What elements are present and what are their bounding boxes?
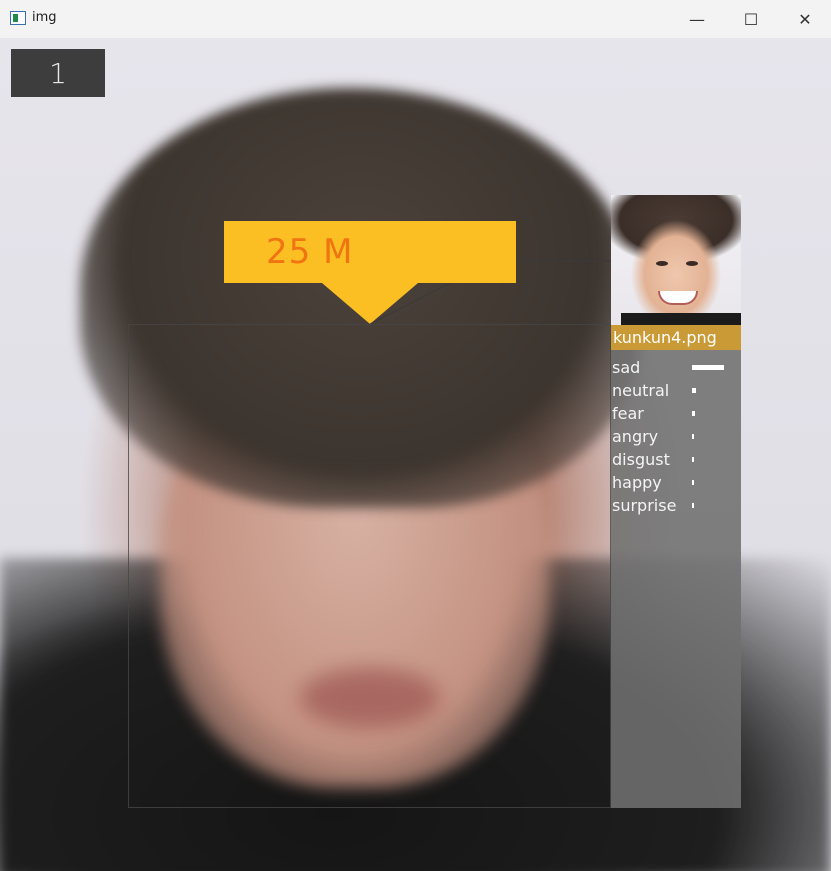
minimize-button[interactable]: — <box>670 0 724 38</box>
emotion-score-bar <box>692 480 694 485</box>
app-window: img — ☐ ✕ 1 25 M kunkun4.png sad neutral f… <box>0 0 831 871</box>
close-icon: ✕ <box>798 9 812 29</box>
emotion-row: fear <box>612 403 740 426</box>
emotion-label: angry <box>612 427 659 446</box>
age-gender-label: 25 M <box>266 232 354 272</box>
emotion-score-bar <box>692 434 694 439</box>
emotion-label: sad <box>612 358 641 377</box>
app-icon <box>10 11 26 25</box>
emotion-row: sad <box>612 357 740 380</box>
thumbnail-right-eye <box>686 261 698 266</box>
video-frame: 1 25 M kunkun4.png sad neutral fear angry di… <box>0 38 831 871</box>
thumbnail-left-eye <box>656 261 668 266</box>
emotion-label: happy <box>612 473 662 492</box>
maximize-button[interactable]: ☐ <box>724 0 778 38</box>
window-title: img <box>32 10 57 25</box>
emotion-row: angry <box>612 426 740 449</box>
emotion-score-bar <box>692 388 696 393</box>
emotion-score-bar <box>692 365 724 370</box>
minimize-icon: — <box>689 9 705 29</box>
emotion-label: neutral <box>612 381 670 400</box>
emotion-row: happy <box>612 472 740 495</box>
emotion-label: surprise <box>612 496 677 515</box>
maximize-icon: ☐ <box>743 9 759 29</box>
emotion-score-bar <box>692 503 694 508</box>
emotion-score-bar <box>692 457 694 462</box>
emotion-score-bar <box>692 411 695 416</box>
banner-pointer <box>322 283 418 324</box>
emotion-label: fear <box>612 404 644 423</box>
matched-filename: kunkun4.png <box>611 325 741 350</box>
emotion-row: disgust <box>612 449 740 472</box>
emotion-scores: sad neutral fear angry disgust happy surprise <box>612 357 740 518</box>
emotion-row: neutral <box>612 380 740 403</box>
emotion-row: surprise <box>612 495 740 518</box>
matched-face-thumbnail <box>611 195 741 325</box>
thumbnail-shirt <box>621 313 741 325</box>
emotion-label: disgust <box>612 450 670 469</box>
thumbnail-smile <box>658 291 698 305</box>
title-bar[interactable]: img — ☐ ✕ <box>0 0 831 38</box>
close-button[interactable]: ✕ <box>778 0 831 38</box>
